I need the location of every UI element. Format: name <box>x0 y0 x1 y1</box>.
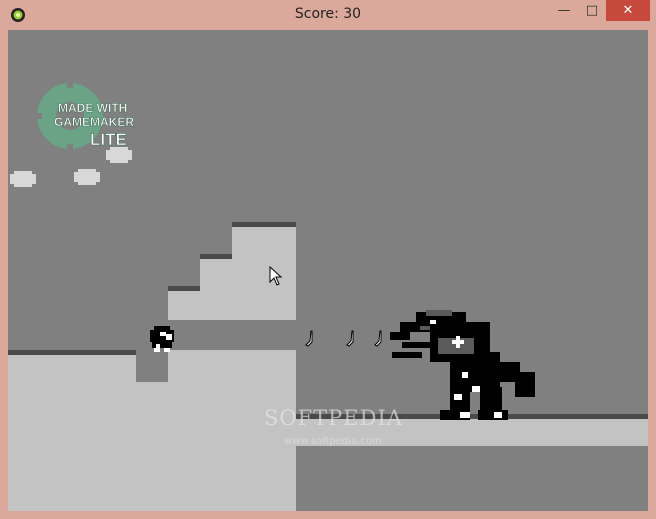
gamemaker-lite-logo: MADE WITH GAMEMAKER LITE <box>34 80 135 152</box>
logo-line2: GAMEMAKER <box>54 115 134 129</box>
banana <box>305 330 313 347</box>
title-bar[interactable]: Score: 30 — □ ✕ <box>0 0 656 30</box>
maximize-button[interactable]: □ <box>578 0 606 21</box>
stair-grass-2 <box>200 254 232 259</box>
close-button[interactable]: ✕ <box>606 0 650 21</box>
stair-grass-3 <box>232 222 296 227</box>
grass-left <box>8 350 136 355</box>
stair-step-3 <box>232 225 296 257</box>
dinosaur-enemy <box>390 310 535 420</box>
logo-line1: MADE WITH <box>58 101 127 115</box>
cloud <box>106 147 132 163</box>
ground-pit-floor <box>136 382 168 511</box>
game-canvas[interactable]: MADE WITH GAMEMAKER LITE SOFTPEDIA www.s… <box>8 30 648 511</box>
ground-left <box>8 352 136 511</box>
ground-block <box>168 350 296 511</box>
cloud <box>10 171 36 187</box>
banana <box>346 330 354 347</box>
banana <box>374 330 382 347</box>
softpedia-watermark: SOFTPEDIA <box>264 406 403 430</box>
stair-step-1 <box>168 288 296 320</box>
minimize-button[interactable]: — <box>550 0 578 21</box>
player-character <box>150 326 174 352</box>
mouse-cursor-icon <box>269 266 283 286</box>
game-window: Score: 30 — □ ✕ MADE WITH GAMEMAKER LITE <box>0 0 656 519</box>
stair-grass-1 <box>168 286 200 291</box>
cloud <box>74 169 100 185</box>
softpedia-watermark-url: www.softpedia.com <box>284 436 382 447</box>
